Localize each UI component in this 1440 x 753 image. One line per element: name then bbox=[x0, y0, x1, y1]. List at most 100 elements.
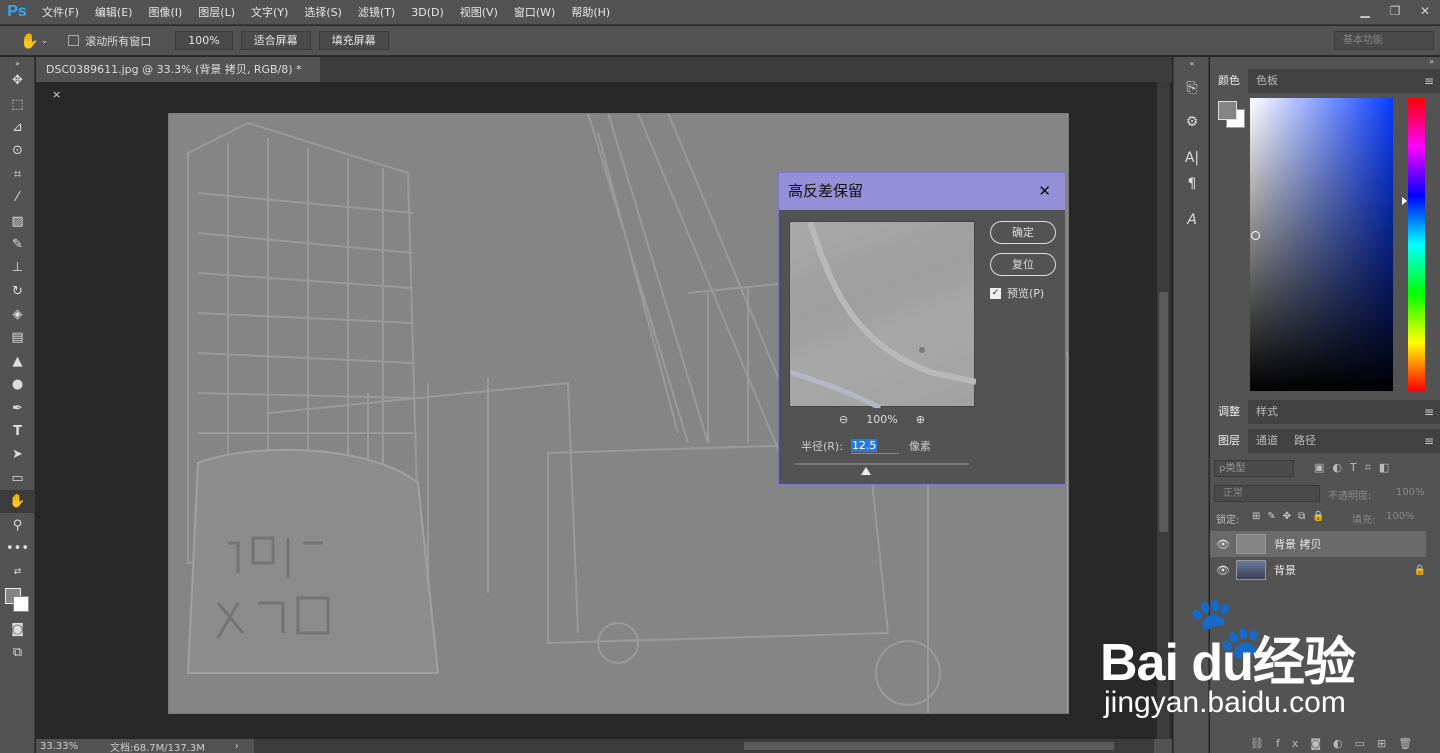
move-tool-icon[interactable]: ✥ bbox=[0, 69, 35, 92]
radius-input[interactable]: 12.5 bbox=[850, 438, 899, 454]
marquee-tool-icon[interactable]: ⬚ bbox=[0, 92, 35, 115]
menu-filter[interactable]: 滤镜(T) bbox=[350, 0, 403, 25]
visibility-eye-icon[interactable]: 👁 bbox=[1210, 538, 1236, 551]
collapse-right-icon[interactable]: » bbox=[1429, 57, 1434, 66]
blur-tool-icon[interactable]: ▲ bbox=[0, 350, 35, 373]
foreground-swatch[interactable] bbox=[1218, 101, 1237, 120]
layer-name[interactable]: 背景 拷贝 bbox=[1274, 536, 1322, 552]
lasso-tool-icon[interactable]: ⊿ bbox=[0, 116, 35, 139]
collapse-icon[interactable]: » bbox=[0, 57, 35, 69]
quick-select-tool-icon[interactable]: ⊙ bbox=[0, 139, 35, 162]
clone-stamp-icon[interactable]: ⊥ bbox=[0, 256, 35, 279]
opacity-value[interactable]: 100% bbox=[1396, 487, 1425, 498]
adjust-panel-menu-icon[interactable]: ≡ bbox=[1424, 400, 1434, 424]
tab-styles[interactable]: 样式 bbox=[1248, 400, 1286, 424]
character-panel-icon[interactable]: A| bbox=[1174, 145, 1210, 171]
menu-3d[interactable]: 3D(D) bbox=[403, 0, 452, 25]
hue-slider-arrow[interactable] bbox=[1402, 197, 1407, 205]
menu-select[interactable]: 选择(S) bbox=[296, 0, 350, 25]
menu-view[interactable]: 视图(V) bbox=[452, 0, 506, 25]
history-brush-icon[interactable]: ↻ bbox=[0, 280, 35, 303]
eraser-tool-icon[interactable]: ◈ bbox=[0, 303, 35, 326]
minimize-icon[interactable]: ▁ bbox=[1350, 0, 1380, 25]
tab-layers[interactable]: 图层 bbox=[1210, 429, 1248, 453]
layer-name[interactable]: 背景 bbox=[1274, 562, 1296, 578]
crop-tool-icon[interactable]: ⌗ bbox=[0, 163, 35, 186]
tab-paths[interactable]: 路径 bbox=[1286, 429, 1324, 453]
radius-value[interactable]: 12.5 bbox=[850, 438, 878, 452]
menu-layer[interactable]: 图层(L) bbox=[190, 0, 243, 25]
glyphs-panel-icon[interactable]: A bbox=[1174, 207, 1210, 233]
vertical-scroll-thumb[interactable] bbox=[1159, 292, 1168, 532]
menu-image[interactable]: 图像(I) bbox=[140, 0, 190, 25]
tab-color[interactable]: 颜色 bbox=[1210, 69, 1248, 93]
screen-mode-icon[interactable]: ⧉ bbox=[0, 641, 35, 664]
fill-value[interactable]: 100% bbox=[1386, 511, 1415, 522]
filter-preview[interactable] bbox=[789, 221, 977, 411]
paragraph-panel-icon[interactable]: ¶ bbox=[1174, 171, 1210, 197]
pen-tool-icon[interactable]: ✒ bbox=[0, 396, 35, 419]
blend-mode-select[interactable]: 正常 bbox=[1214, 485, 1320, 502]
ok-button[interactable]: 确定 bbox=[990, 221, 1056, 244]
path-select-icon[interactable]: ➤ bbox=[0, 443, 35, 466]
layers-panel-menu-icon[interactable]: ≡ bbox=[1424, 429, 1434, 453]
zoom-tool-icon[interactable]: ⚲ bbox=[0, 513, 35, 536]
layer-row[interactable]: 👁 背景 拷贝 bbox=[1210, 531, 1426, 557]
lock-icons[interactable]: ⊞✎✥⧉🔒 bbox=[1252, 511, 1332, 522]
color-panel-menu-icon[interactable]: ≡ bbox=[1424, 69, 1434, 93]
radius-slider[interactable] bbox=[795, 463, 969, 465]
brush-tool-icon[interactable]: ✎ bbox=[0, 233, 35, 256]
document-tab[interactable]: DSC0389611.jpg @ 33.3% (背景 拷贝, RGB/8) * … bbox=[36, 57, 320, 101]
menu-type[interactable]: 文字(Y) bbox=[243, 0, 296, 25]
reset-button[interactable]: 复位 bbox=[990, 253, 1056, 276]
fit-screen-button[interactable]: 适合屏幕 bbox=[240, 31, 311, 50]
collapse-panels-icon[interactable]: « bbox=[1174, 57, 1210, 69]
hand-tool-icon[interactable]: ✋ bbox=[0, 490, 35, 514]
background-color-swatch[interactable] bbox=[13, 595, 29, 612]
history-panel-icon[interactable]: ⎘ bbox=[1174, 75, 1210, 101]
rectangle-tool-icon[interactable]: ▭ bbox=[0, 467, 35, 490]
dialog-close-icon[interactable]: ✕ bbox=[1038, 173, 1051, 210]
radius-slider-thumb[interactable] bbox=[861, 467, 871, 475]
more-tools-icon[interactable]: ••• bbox=[0, 537, 35, 560]
type-tool-icon[interactable]: T bbox=[0, 420, 35, 443]
status-arrow-icon[interactable]: › bbox=[235, 741, 239, 752]
hand-tool-preset-icon[interactable]: ✋ bbox=[20, 32, 39, 50]
swap-colors-icon[interactable]: ⇄ bbox=[0, 560, 35, 583]
eyedropper-tool-icon[interactable]: ⁄ bbox=[0, 186, 35, 209]
layer-filter-icons[interactable]: ▣◐T⌗◧ bbox=[1314, 461, 1397, 475]
layer-row[interactable]: 👁 背景 🔒 bbox=[1210, 557, 1426, 583]
hue-slider[interactable] bbox=[1408, 98, 1425, 391]
tab-swatches[interactable]: 色板 bbox=[1248, 69, 1286, 93]
close-icon[interactable]: ✕ bbox=[1410, 0, 1440, 25]
properties-panel-icon[interactable]: ⚙ bbox=[1174, 109, 1210, 135]
gradient-tool-icon[interactable]: ▤ bbox=[0, 326, 35, 349]
horizontal-scroll-thumb[interactable] bbox=[744, 742, 1114, 750]
quick-mask-icon[interactable]: ◙ bbox=[0, 618, 35, 641]
color-picker-marker[interactable] bbox=[1251, 231, 1260, 240]
chevron-down-icon[interactable]: ⌄ bbox=[41, 36, 49, 46]
menu-edit[interactable]: 编辑(E) bbox=[87, 0, 141, 25]
zoom-100-button[interactable]: 100% bbox=[175, 31, 233, 50]
layer-kind-filter[interactable]: ρ类型 bbox=[1214, 460, 1294, 477]
layer-footer-icons[interactable]: ⛓fx◙◐▭⊞🗑 bbox=[1250, 737, 1424, 750]
fill-screen-button[interactable]: 填充屏幕 bbox=[318, 31, 389, 50]
horizontal-scrollbar[interactable] bbox=[254, 739, 1154, 753]
dialog-titlebar[interactable]: 高反差保留 ✕ bbox=[779, 173, 1065, 210]
color-field[interactable] bbox=[1250, 98, 1393, 391]
menu-window[interactable]: 窗口(W) bbox=[506, 0, 563, 25]
restore-icon[interactable]: ❐ bbox=[1380, 0, 1410, 25]
zoom-out-icon[interactable]: ⊖ bbox=[839, 413, 848, 426]
tab-adjustments[interactable]: 调整 bbox=[1210, 400, 1248, 424]
zoom-in-icon[interactable]: ⊕ bbox=[916, 413, 925, 426]
dodge-tool-icon[interactable]: ● bbox=[0, 373, 35, 396]
healing-brush-icon[interactable]: ▨ bbox=[0, 209, 35, 232]
color-swatches[interactable] bbox=[0, 584, 34, 618]
preview-checkbox[interactable]: ✓ bbox=[990, 287, 1001, 299]
visibility-eye-icon[interactable]: 👁 bbox=[1210, 564, 1236, 577]
menu-file[interactable]: 文件(F) bbox=[34, 0, 87, 25]
tab-close-icon[interactable]: × bbox=[52, 88, 61, 101]
preview-checkbox-row[interactable]: ✓ 预览(P) bbox=[990, 285, 1044, 301]
scroll-all-checkbox[interactable] bbox=[68, 35, 80, 46]
zoom-level[interactable]: 33.33% bbox=[40, 741, 100, 752]
